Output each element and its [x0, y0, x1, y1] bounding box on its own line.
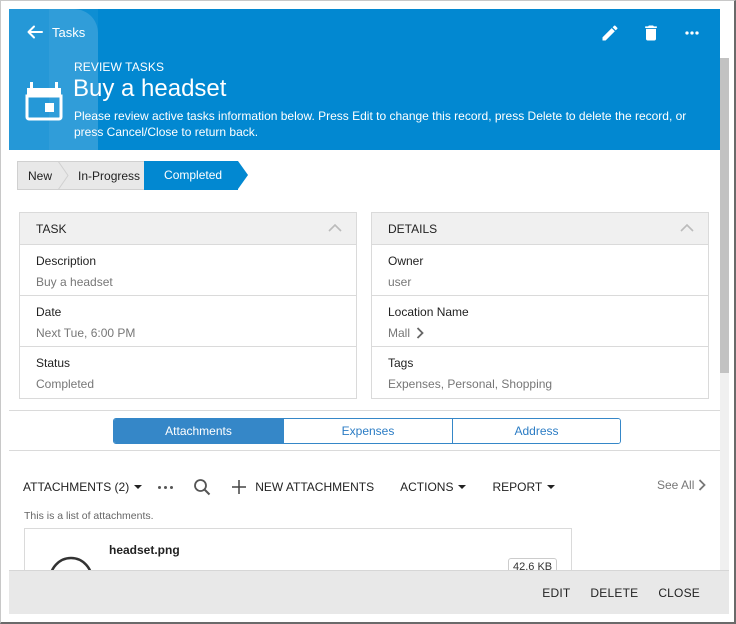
- delete-button[interactable]: [630, 19, 671, 47]
- search-icon[interactable]: [193, 478, 211, 496]
- panel-header[interactable]: TASK: [20, 213, 356, 245]
- field-label: Status: [36, 356, 71, 370]
- back-label: Tasks: [52, 24, 86, 40]
- dot: [164, 485, 168, 489]
- page-description: Please review active tasks information b…: [74, 109, 687, 139]
- list-description: This is a list of attachments.: [24, 510, 154, 522]
- page-subtitle: REVIEW TASKS: [74, 60, 165, 74]
- task-panel: TASK Description Buy a headset Date Next…: [19, 212, 357, 399]
- actions-menu[interactable]: ACTIONS: [400, 480, 467, 494]
- trash-icon: [644, 25, 657, 41]
- caret-down-icon: [458, 485, 467, 489]
- back-button[interactable]: Tasks: [26, 23, 85, 41]
- field-label: Date: [36, 305, 62, 319]
- new-attachments-label: NEW ATTACHMENTS: [255, 480, 375, 494]
- see-all-label: See All: [657, 478, 695, 492]
- report-label: REPORT: [492, 480, 543, 494]
- field-value: user: [388, 275, 412, 289]
- chevron-up-icon[interactable]: [680, 223, 694, 233]
- more-horizontal-icon: [684, 31, 699, 35]
- calendar-icon: [25, 82, 63, 121]
- location-link[interactable]: Mall: [388, 326, 424, 340]
- divider: [9, 410, 720, 411]
- status-step-completed[interactable]: Completed: [144, 161, 249, 190]
- field-value: Completed: [36, 377, 95, 391]
- chevron-right-icon: [699, 479, 707, 491]
- arrow-left-icon: [27, 25, 43, 39]
- status-step-arrow: [238, 161, 249, 189]
- page-header: Tasks REVIEW TASKS Buy a headset Please …: [9, 9, 720, 150]
- edit-button[interactable]: EDIT: [532, 586, 580, 600]
- field-date: Date Next Tue, 6:00 PM: [20, 296, 356, 347]
- field-label: Description: [36, 254, 97, 268]
- file-name: headset.png: [109, 543, 180, 557]
- more-button[interactable]: [671, 19, 712, 47]
- action-bar: EDIT DELETE CLOSE: [9, 570, 729, 614]
- edit-button[interactable]: [589, 19, 630, 47]
- field-value: Buy a headset: [36, 275, 113, 289]
- actions-label: ACTIONS: [400, 480, 454, 494]
- field-value: Next Tue, 6:00 PM: [36, 326, 136, 340]
- page-title: Buy a headset: [73, 75, 227, 102]
- tab-bar: Attachments Expenses Address: [113, 418, 621, 444]
- chevron-separator: [58, 161, 69, 190]
- delete-button[interactable]: DELETE: [580, 586, 648, 600]
- field-label: Owner: [388, 254, 424, 268]
- field-description: Description Buy a headset: [20, 245, 356, 296]
- field-status: Status Completed: [20, 347, 356, 398]
- field-value: Expenses, Personal, Shopping: [388, 377, 553, 391]
- status-step-label: In-Progress: [78, 169, 141, 183]
- panel-header[interactable]: DETAILS: [372, 213, 708, 245]
- status-step-label: New: [28, 169, 53, 183]
- vertical-scrollbar[interactable]: [720, 58, 729, 570]
- report-menu[interactable]: REPORT: [492, 480, 556, 494]
- status-step-label: Completed: [164, 168, 223, 182]
- divider: [9, 450, 720, 451]
- more-options-button[interactable]: [158, 485, 174, 489]
- header-actions: [589, 19, 712, 47]
- view-selector[interactable]: ATTACHMENTS (2): [23, 480, 143, 494]
- details-panel: DETAILS Owner user Location Name Mall Ta…: [371, 212, 709, 399]
- close-button[interactable]: CLOSE: [648, 586, 710, 600]
- dot: [158, 485, 162, 489]
- status-flow: New In-Progress Completed: [17, 161, 249, 190]
- caret-down-icon: [134, 485, 143, 489]
- attachments-toolbar: ATTACHMENTS (2) NEW ATTACHMENTS ACTIONS …: [23, 476, 556, 498]
- window-frame: Tasks REVIEW TASKS Buy a headset Please …: [0, 0, 736, 624]
- scrollbar-thumb[interactable]: [720, 58, 729, 373]
- caret-down-icon: [547, 485, 556, 489]
- view-selector-label: ATTACHMENTS (2): [23, 480, 130, 494]
- new-attachments-button[interactable]: NEW ATTACHMENTS: [211, 479, 374, 495]
- field-tags: Tags Expenses, Personal, Shopping: [372, 347, 708, 398]
- status-step-in-progress[interactable]: In-Progress: [60, 161, 145, 190]
- pencil-icon: [602, 25, 618, 41]
- field-value: Mall: [388, 326, 411, 340]
- field-label: Tags: [388, 356, 414, 370]
- tab-expenses[interactable]: Expenses: [283, 419, 452, 443]
- panel-title: TASK: [36, 222, 67, 236]
- plus-icon: [232, 480, 247, 494]
- dot: [170, 485, 174, 489]
- chevron-up-icon[interactable]: [328, 223, 342, 233]
- field-label: Location Name: [388, 305, 469, 319]
- tab-address[interactable]: Address: [452, 419, 620, 443]
- field-owner: Owner user: [372, 245, 708, 296]
- chevron-right-icon: [416, 327, 424, 339]
- tab-attachments[interactable]: Attachments: [114, 419, 283, 443]
- field-location-name: Location Name Mall: [372, 296, 708, 347]
- status-step-new[interactable]: New: [17, 161, 69, 190]
- panel-title: DETAILS: [388, 222, 438, 236]
- see-all-link[interactable]: See All: [657, 478, 707, 492]
